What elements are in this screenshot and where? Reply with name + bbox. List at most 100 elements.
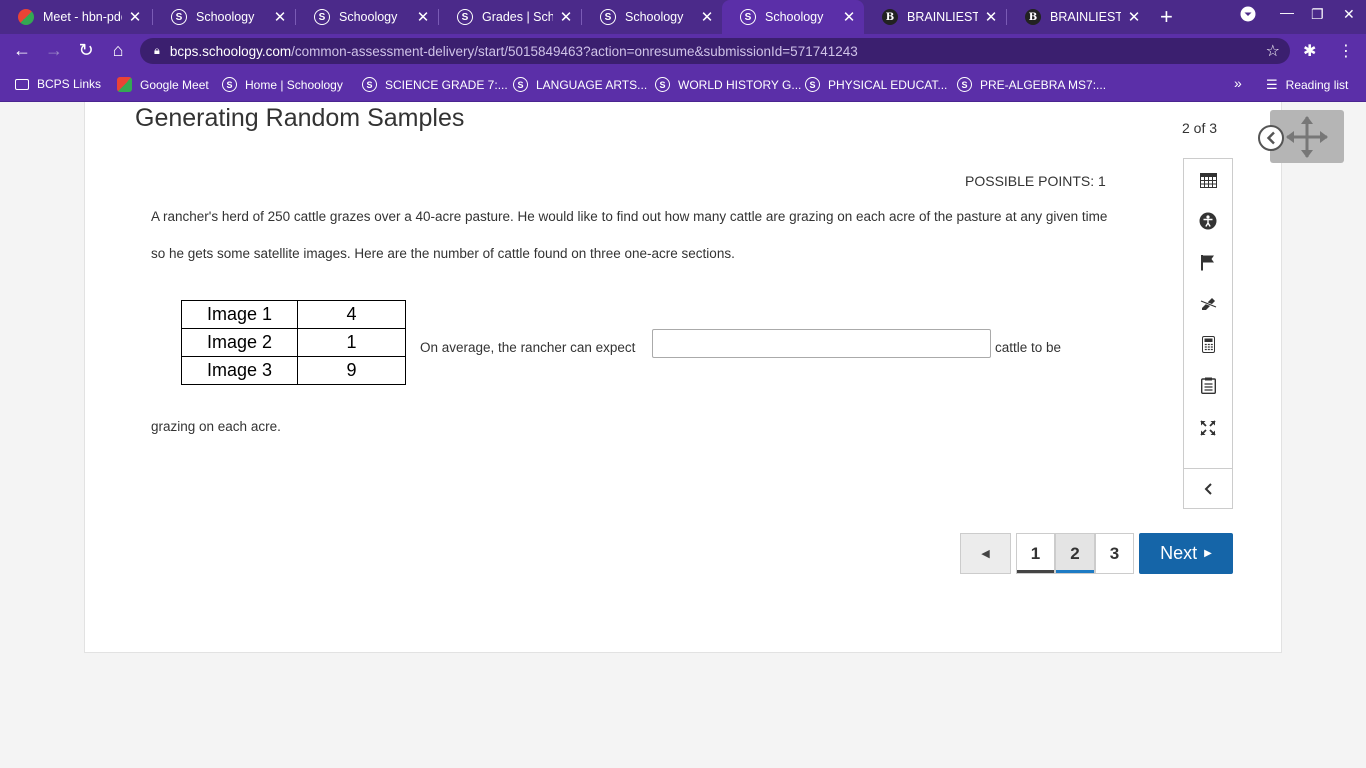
more-bookmarks-chevron-icon[interactable]: »	[1234, 75, 1242, 91]
tools-divider	[1184, 468, 1232, 469]
brainly-icon: B	[1025, 9, 1041, 25]
bookmark-google-meet[interactable]: Google Meet	[117, 77, 209, 92]
table-row: Image 1 4	[181, 300, 406, 329]
calculator-icon[interactable]	[1184, 328, 1232, 360]
reload-icon[interactable]: ↻	[75, 40, 97, 61]
schoology-icon: S	[600, 9, 616, 25]
close-icon[interactable]: ✕	[128, 8, 142, 26]
strikethrough-eliminator-icon[interactable]	[1184, 287, 1232, 319]
page-number: 3	[1109, 543, 1120, 563]
bookmark-world-history[interactable]: S WORLD HISTORY G...	[655, 77, 801, 92]
browser-tab-3[interactable]: S Schoology ✕	[296, 0, 438, 34]
browser-tab-7[interactable]: B BRAINLIEST IF ✕	[864, 0, 1006, 34]
assessment-tools-sidebar	[1183, 158, 1233, 509]
schoology-icon: S	[805, 77, 820, 92]
bookmark-language-arts[interactable]: S LANGUAGE ARTS...	[513, 77, 647, 92]
table-cell-value: 4	[297, 300, 406, 329]
bookmark-science[interactable]: S SCIENCE GRADE 7:...	[362, 77, 508, 92]
previous-question-button[interactable]: ◀	[960, 533, 1011, 574]
schoology-icon: S	[740, 9, 756, 25]
accessibility-icon[interactable]	[1184, 205, 1232, 237]
close-window-icon[interactable]: ✕	[1343, 6, 1355, 23]
browser-tab-5[interactable]: S Schoology ✕	[582, 0, 722, 34]
home-icon[interactable]: ⌂	[107, 40, 129, 61]
next-button[interactable]: Next ▶	[1139, 533, 1233, 574]
new-tab-plus-icon[interactable]: +	[1160, 4, 1173, 30]
bookmark-physical-education[interactable]: S PHYSICAL EDUCAT...	[805, 77, 947, 92]
tab-title: Schoology	[196, 10, 255, 24]
tab-title: Schoology	[339, 10, 398, 24]
page-number: 1	[1030, 543, 1041, 563]
tab-title: Schoology	[765, 10, 824, 24]
extensions-puzzle-icon[interactable]: ✱	[1303, 41, 1316, 61]
close-icon[interactable]: ✕	[1127, 8, 1141, 26]
bookmark-pre-algebra[interactable]: S PRE-ALGEBRA MS7:...	[957, 77, 1106, 92]
prompt-end-text: grazing on each acre.	[151, 419, 281, 434]
forward-arrow-icon[interactable]: →	[43, 40, 65, 61]
collapse-chevron-left-icon[interactable]	[1184, 473, 1232, 505]
browser-tab-6-active[interactable]: S Schoology ✕	[722, 0, 864, 34]
meet-icon	[18, 9, 34, 25]
minimize-icon[interactable]: —	[1280, 4, 1294, 20]
bookmark-bcps-links[interactable]: BCPS Links	[15, 77, 101, 91]
lock-icon: 🔒︎	[154, 44, 160, 57]
table-cell-label: Image 1	[181, 300, 298, 329]
bookmark-label: PRE-ALGEBRA MS7:...	[980, 77, 1107, 92]
close-icon[interactable]: ✕	[416, 8, 430, 26]
bookmark-label: WORLD HISTORY G...	[678, 77, 802, 92]
tab-search-chevron-icon[interactable]	[1240, 6, 1256, 25]
schoology-icon: S	[362, 77, 377, 92]
browser-tab-8[interactable]: B BRAINLIEST IF ✕	[1007, 0, 1149, 34]
tab-title: Meet - hbn-pdq	[43, 10, 122, 24]
close-icon[interactable]: ✕	[984, 8, 998, 26]
page-2-button-current[interactable]: 2	[1055, 533, 1095, 574]
meet-icon	[117, 77, 132, 92]
table-cell-label: Image 2	[181, 328, 298, 357]
schoology-icon: S	[314, 9, 330, 25]
collapse-tools-circle-icon[interactable]	[1258, 125, 1284, 151]
browser-tab-4[interactable]: S Grades | Schoo ✕	[439, 0, 581, 34]
next-label: Next	[1160, 543, 1198, 563]
bookmark-star-icon[interactable]: ☆	[1266, 41, 1280, 61]
notepad-icon[interactable]	[1184, 369, 1232, 401]
table-cell-label: Image 3	[181, 356, 298, 385]
flag-icon[interactable]	[1184, 246, 1232, 278]
table-row: Image 3 9	[181, 356, 406, 385]
restore-window-icon[interactable]: ❐	[1311, 6, 1324, 23]
browser-tab-1[interactable]: Meet - hbn-pdq ✕	[0, 0, 150, 34]
url-host: bcps.schoology.com	[169, 43, 292, 59]
reading-list-button[interactable]: ☰ Reading list	[1266, 77, 1348, 93]
back-arrow-icon[interactable]: ←	[11, 40, 33, 61]
answer-input[interactable]	[652, 329, 991, 358]
tab-title: BRAINLIEST IF	[1050, 10, 1121, 24]
prompt-before-text: On average, the rancher can expect	[420, 340, 636, 355]
browser-menu-icon[interactable]: ⋮	[1338, 41, 1354, 61]
play-triangle-icon: ▶	[1204, 548, 1212, 559]
prompt-after-text: cattle to be	[995, 340, 1062, 355]
cattle-data-table: Image 1 4 Image 2 1 Image 3 9	[181, 300, 406, 385]
close-icon[interactable]: ✕	[273, 8, 287, 26]
tab-title: BRAINLIEST IF	[907, 10, 978, 24]
fullscreen-expand-icon[interactable]	[1184, 412, 1232, 444]
bookmark-label: SCIENCE GRADE 7:...	[385, 77, 508, 92]
bookmark-home-schoology[interactable]: S Home | Schoology	[222, 77, 343, 92]
schoology-icon: S	[222, 77, 237, 92]
bookmark-label: PHYSICAL EDUCAT...	[828, 77, 948, 92]
table-cell-value: 9	[297, 356, 406, 385]
bookmarks-bar: BCPS Links Google Meet S Home | Schoolog…	[0, 68, 1366, 102]
close-icon[interactable]: ✕	[559, 8, 573, 26]
page-3-button[interactable]: 3	[1095, 533, 1134, 574]
schoology-icon: S	[957, 77, 972, 92]
reading-list-icon: ☰	[1266, 77, 1278, 92]
bookmark-label: LANGUAGE ARTS...	[536, 77, 648, 92]
page-underline	[1056, 570, 1094, 573]
schoology-icon: S	[513, 77, 528, 92]
page-1-button[interactable]: 1	[1016, 533, 1055, 574]
calendar-grid-icon[interactable]	[1184, 164, 1232, 196]
browser-tab-2[interactable]: S Schoology ✕	[153, 0, 295, 34]
close-icon[interactable]: ✕	[700, 8, 714, 26]
possible-points: POSSIBLE POINTS: 1	[965, 173, 1106, 189]
address-bar[interactable]: 🔒︎ bcps.schoology.com/common-assessment-…	[140, 38, 1290, 64]
close-icon[interactable]: ✕	[842, 8, 856, 26]
table-cell-value: 1	[297, 328, 406, 357]
